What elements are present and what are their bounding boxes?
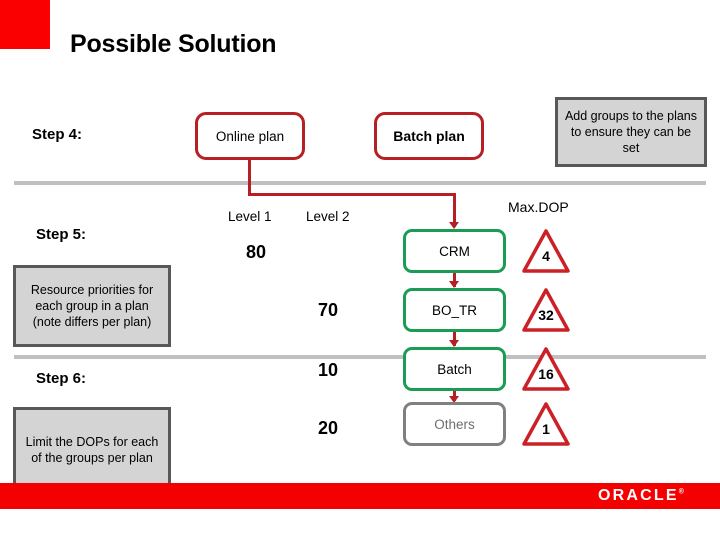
maxdop-value-others: 1 [542,421,550,437]
oracle-logo: ORACLE® [598,487,684,505]
priority-value-botr-level2: 70 [317,300,339,320]
callout-limit-dops: Limit the DOPs for each of the groups pe… [13,407,171,492]
step-label-4: Step 4: [32,126,83,143]
plan-box-batch[interactable]: Batch plan [374,112,484,160]
maxdop-value-batch: 16 [538,366,554,382]
step-label-6: Step 6: [36,370,87,387]
section-divider-bottom [14,355,706,359]
group-box-crm[interactable]: CRM [403,229,506,273]
maxdop-triangle-crm: 4 [521,228,571,274]
priority-value-batch-level2: 10 [317,360,339,380]
arrow-head-into-crm [449,222,459,229]
column-header-maxdop: Max.DOP [508,199,569,215]
brand-red-square [0,0,50,49]
oracle-trademark: ® [678,488,684,496]
maxdop-value-crm: 4 [542,248,550,264]
page-title: Possible Solution [70,30,277,58]
maxdop-triangle-others: 1 [521,401,571,447]
arrow-head-into-botr [449,281,459,288]
callout-add-groups: Add groups to the plans to ensure they c… [555,97,707,167]
step-label-5: Step 5: [36,226,87,243]
connector-online-vertical [248,160,251,196]
slide-canvas: Possible Solution Step 4: Step 5: Step 6… [0,0,720,540]
section-divider-top [14,181,706,185]
priority-value-crm-level1: 80 [245,242,267,262]
plan-box-online[interactable]: Online plan [195,112,305,160]
group-box-botr[interactable]: BO_TR [403,288,506,332]
maxdop-value-botr: 32 [538,307,554,323]
maxdop-triangle-batch: 16 [521,346,571,392]
group-box-batch[interactable]: Batch [403,347,506,391]
callout-resource-priorities: Resource priorities for each group in a … [13,265,171,347]
oracle-logo-text: ORACLE [598,487,679,504]
arrow-head-into-batch [449,340,459,347]
group-box-others[interactable]: Others [403,402,506,446]
column-header-level-1: Level 1 [228,209,272,224]
maxdop-triangle-botr: 32 [521,287,571,333]
column-header-level-2: Level 2 [306,209,350,224]
connector-online-horizontal [248,193,456,196]
priority-value-others-level2: 20 [317,418,339,438]
